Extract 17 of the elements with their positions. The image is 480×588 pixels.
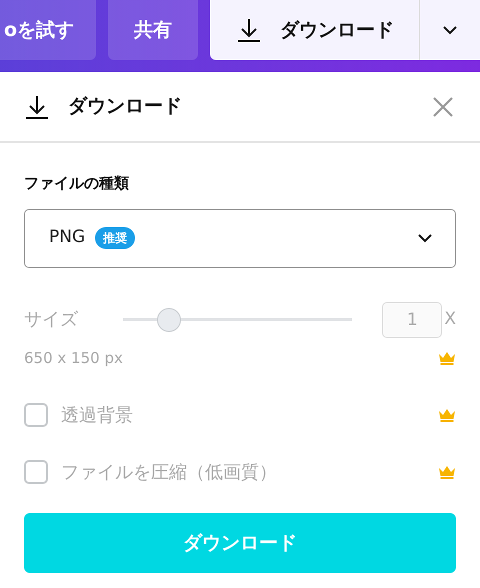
option-label: ファイルを圧縮（低画質） <box>61 460 277 484</box>
field-label: ファイルの種類 <box>24 173 130 194</box>
try-button[interactable]: oを試す <box>0 0 96 60</box>
chevron-down-icon <box>417 233 433 243</box>
share-button[interactable]: 共有 <box>108 0 198 60</box>
recommended-badge: 推奨 <box>95 227 136 249</box>
download-icon <box>24 94 50 120</box>
file-type-dropdown[interactable]: PNG 推奨 <box>24 208 456 268</box>
option-label: 透過背景 <box>61 404 133 428</box>
chevron-down-icon <box>442 25 458 35</box>
dimensions-text: 650 x 150 px <box>24 348 123 368</box>
unit-label: X <box>444 308 456 331</box>
download-icon <box>236 17 262 43</box>
size-slider[interactable] <box>122 306 352 332</box>
panel-title: ダウンロード <box>68 94 182 120</box>
close-icon <box>432 96 454 118</box>
size-label: サイズ <box>24 308 80 332</box>
